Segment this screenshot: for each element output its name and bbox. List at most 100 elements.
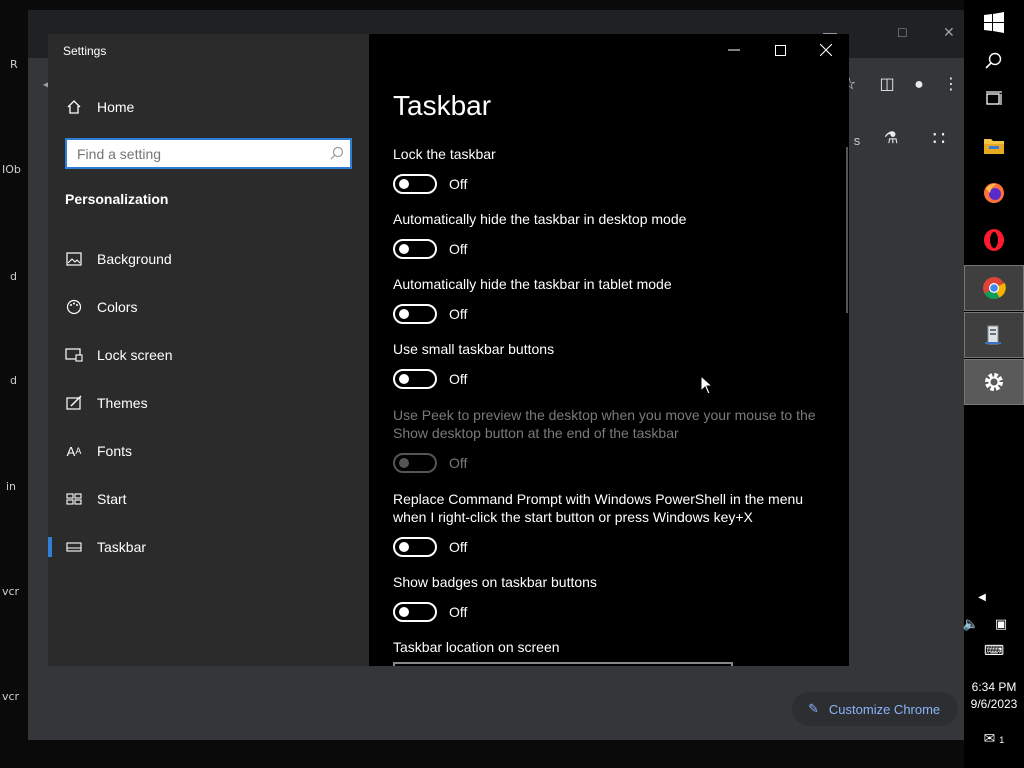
network-icon[interactable]: ▣ <box>986 616 1016 632</box>
sidebar-item-start[interactable]: Start <box>48 479 369 519</box>
lock-taskbar-toggle[interactable] <box>393 174 437 194</box>
chevron-up-icon[interactable]: ◀ <box>952 592 1012 603</box>
firefox-icon <box>984 183 1004 203</box>
sidebar-item-themes[interactable]: Themes <box>48 383 369 423</box>
toggle-state: Off <box>449 539 468 555</box>
desktop-label[interactable]: vcr <box>2 585 19 598</box>
opera-button[interactable] <box>964 217 1024 263</box>
toggle-state: Off <box>449 306 468 322</box>
sidebar-item-label: Background <box>97 251 172 267</box>
section-heading: Personalization <box>65 191 169 207</box>
setting-powershell: Replace Command Prompt with Windows Powe… <box>393 490 833 557</box>
setting-badges: Show badges on taskbar buttons Off <box>393 573 833 622</box>
settings-sidebar: Settings Home Personalization Background <box>48 34 369 666</box>
sidebar-item-label: Taskbar <box>97 539 147 555</box>
volume-icon[interactable]: 🔈 <box>956 616 986 632</box>
labs-icon[interactable]: ⚗ <box>880 128 902 150</box>
minimize-icon <box>728 49 740 51</box>
sidebar-item-label: Start <box>97 491 127 507</box>
peek-toggle <box>393 453 437 473</box>
close-icon <box>820 44 832 56</box>
firefox-button[interactable] <box>964 170 1024 216</box>
maximize-icon[interactable]: □ <box>898 24 906 40</box>
toggle-state: Off <box>449 176 468 192</box>
maximize-icon <box>774 44 786 56</box>
opera-icon <box>984 229 1004 251</box>
close-button[interactable] <box>803 34 849 66</box>
sidebar-item-label: Fonts <box>97 443 133 459</box>
window-title: Settings <box>63 44 107 58</box>
sidebar-item-label: Themes <box>97 395 148 411</box>
toggle-state: Off <box>449 455 468 471</box>
sidebar-item-colors[interactable]: Colors <box>48 287 369 327</box>
pencil-icon: ✎ <box>808 701 819 716</box>
search-input[interactable] <box>77 140 327 167</box>
home-nav-item[interactable]: Home <box>48 87 369 127</box>
settings-gear-icon <box>985 373 1003 391</box>
setting-autohide-desktop: Automatically hide the taskbar in deskto… <box>393 210 833 259</box>
search-box[interactable] <box>65 138 352 169</box>
action-center-button[interactable]: ✉ 1 <box>964 730 1024 747</box>
toggle-state: Off <box>449 371 468 387</box>
clock-date[interactable]: 9/6/2023 <box>964 697 1024 711</box>
side-panel-icon[interactable]: ◫ <box>876 74 898 96</box>
setting-label: Automatically hide the taskbar in deskto… <box>393 211 687 227</box>
minimize-button[interactable] <box>711 34 757 66</box>
sidebar-item-taskbar[interactable]: Taskbar <box>48 527 369 567</box>
sidebar-item-label: Colors <box>97 299 138 315</box>
maximize-button[interactable] <box>757 34 803 66</box>
desktop-label[interactable]: IOb <box>2 163 21 176</box>
lock-screen-icon <box>65 346 83 364</box>
font-icon: AA <box>66 443 82 459</box>
task-view-button[interactable] <box>964 76 1024 122</box>
scrollbar[interactable] <box>846 147 848 313</box>
small-buttons-toggle[interactable] <box>393 369 437 389</box>
desktop-label[interactable]: R <box>10 58 18 71</box>
sidebar-item-fonts[interactable]: AA Fonts <box>48 431 369 471</box>
setting-label: Show badges on taskbar buttons <box>393 574 597 590</box>
clock-time[interactable]: 6:34 PM <box>964 680 1024 694</box>
search-icon <box>985 52 1002 69</box>
server-manager-icon <box>985 325 1001 345</box>
chrome-taskbar-button[interactable] <box>964 265 1024 311</box>
chrome-icon <box>983 277 1006 299</box>
toggle-state: Off <box>449 241 468 257</box>
apps-grid-icon[interactable]: ∷ <box>928 128 950 150</box>
desktop-label[interactable]: vcr <box>2 690 19 703</box>
setting-peek: Use Peek to preview the desktop when you… <box>393 406 833 473</box>
desktop-label[interactable]: d <box>10 270 17 283</box>
home-icon <box>65 98 83 116</box>
taskbar-location-dropdown[interactable] <box>393 662 733 666</box>
more-menu-icon[interactable]: ⋮ <box>940 74 962 96</box>
file-explorer-button[interactable] <box>964 123 1024 169</box>
badges-toggle[interactable] <box>393 602 437 622</box>
server-manager-button[interactable] <box>964 312 1024 358</box>
toggle-state: Off <box>449 604 468 620</box>
settings-window: Settings Home Personalization Background <box>48 34 849 666</box>
close-icon[interactable]: ✕ <box>943 24 955 41</box>
desktop-label[interactable]: in <box>6 480 16 493</box>
desktop-label[interactable]: d <box>10 374 17 387</box>
customize-chrome-button[interactable]: ✎ Customize Chrome <box>792 692 958 726</box>
settings-taskbar-button[interactable] <box>964 359 1024 405</box>
taskbar: ◀ 🔈 ▣ ⌨ 6:34 PM 9/6/2023 ✉ 1 <box>963 0 1024 768</box>
autohide-tablet-toggle[interactable] <box>393 304 437 324</box>
taskbar-icon <box>65 538 83 556</box>
task-view-icon <box>986 91 1002 105</box>
autohide-desktop-toggle[interactable] <box>393 239 437 259</box>
home-label: Home <box>97 99 135 115</box>
sidebar-item-label: Lock screen <box>97 347 173 363</box>
settings-content: Taskbar Lock the taskbar Off Automatical… <box>369 34 849 666</box>
mouse-cursor-icon <box>700 375 714 395</box>
setting-autohide-tablet: Automatically hide the taskbar in tablet… <box>393 275 833 324</box>
profile-icon[interactable]: ● <box>908 74 930 96</box>
setting-label: Use Peek to preview the desktop when you… <box>393 407 816 441</box>
sidebar-item-background[interactable]: Background <box>48 239 369 279</box>
setting-taskbar-location: Taskbar location on screen <box>393 638 833 656</box>
desktop: R IOb d d in vcr vcr — □ ✕ ◀ ☆ ◫ ● ⋮ s ⚗… <box>0 0 964 768</box>
keyboard-icon[interactable]: ⌨ <box>964 642 1024 659</box>
brush-icon <box>65 394 83 412</box>
picture-icon <box>65 250 83 268</box>
sidebar-item-lock-screen[interactable]: Lock screen <box>48 335 369 375</box>
powershell-toggle[interactable] <box>393 537 437 557</box>
